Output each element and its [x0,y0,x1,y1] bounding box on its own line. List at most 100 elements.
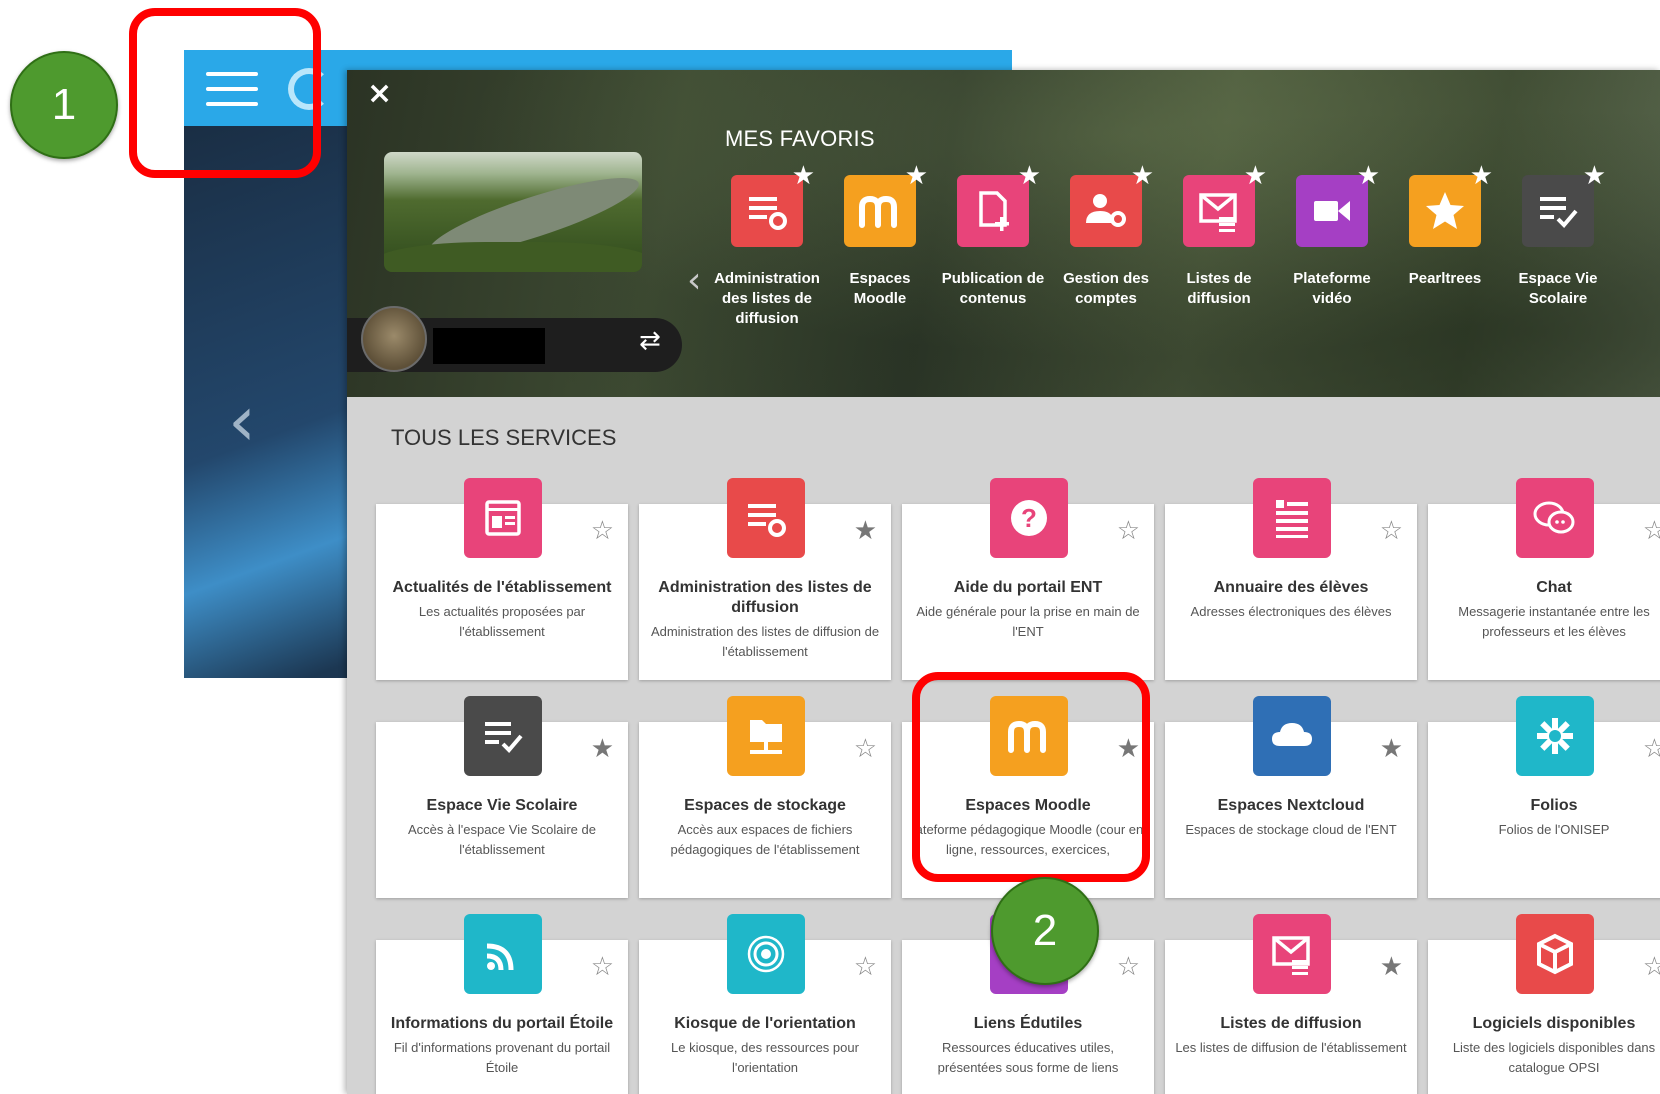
box-icon [1516,914,1594,994]
list-gear-icon [727,478,805,558]
avatar[interactable] [361,306,427,372]
rss-icon [464,914,542,994]
highlight-box-menu [129,8,321,178]
service-description: Administration des listes de diffusion d… [650,624,880,659]
star-filled-icon[interactable]: ★ [854,516,877,546]
service-description: Liste des logiciels disponibles dans cat… [1452,1040,1656,1075]
favorite-star-icon[interactable]: ★ [1357,163,1380,189]
favorite-star-icon[interactable]: ★ [1131,163,1154,189]
cloud-icon [1253,696,1331,776]
star-outline-icon[interactable]: ☆ [591,516,614,546]
favorite-star-icon[interactable]: ★ [792,163,815,189]
star-outline-icon[interactable]: ☆ [1117,952,1140,982]
service-card-folios[interactable]: ☆ Folios Folios de l'ONISEP [1428,696,1660,898]
star-outline-icon[interactable]: ☆ [1643,734,1660,764]
service-description: Fil d'informations provenant du portail … [393,1040,611,1075]
favorite-listes-de-diffusion[interactable]: ★ Listes de diffusion [1161,163,1277,309]
directory-icon [1253,478,1331,558]
favorite-star-icon[interactable]: ★ [1244,163,1267,189]
service-description: Les listes de diffusion de l'établisseme… [1175,1040,1407,1055]
service-card-espace-vie-scolaire[interactable]: ★ Espace Vie Scolaire Accès à l'espace Vie… [376,696,628,898]
star-outline-icon[interactable]: ☆ [854,952,877,982]
close-icon[interactable]: × [367,76,392,111]
target-icon [727,914,805,994]
favorite-publication-de-contenus[interactable]: ★ Publication de contenus [935,163,1051,309]
svg-text:?: ? [1021,503,1037,533]
step-marker-1: 1 [10,51,118,159]
network-folder-icon [727,696,805,776]
folios-icon [1516,696,1594,776]
service-description: Accès aux espaces de fichiers pédagogiqu… [670,822,860,857]
service-card-listes-de-diffusion[interactable]: ★ Listes de diffusion Les listes de diffus… [1165,914,1417,1094]
service-description: Accès à l'espace Vie Scolaire de l'établ… [408,822,596,857]
favorite-pearltrees[interactable]: ★ Pearltrees [1387,163,1503,289]
service-description: Les actualités proposées par l'établisse… [418,604,586,639]
favorite-label: Plateforme vidéo [1293,270,1371,307]
service-card-logiciels-disponibles[interactable]: ☆ Logiciels disponibles Liste des logiciel… [1428,914,1660,1094]
service-name: Listes de diffusion [1220,1015,1362,1032]
moodle-icon: ★ [844,163,928,247]
service-description: Espaces de stockage cloud de l'ENT [1185,822,1397,837]
service-card-aide-du-portail-ent[interactable]: ? ☆ Aide du portail ENT Aide générale pour … [902,478,1154,680]
service-name: Annuaire des élèves [1213,579,1369,596]
favorite-administration-des-listes-de-diffusion[interactable]: ★ Administration des listes de diffusion [709,163,825,329]
all-services-title: TOUS LES SERVICES [391,425,617,450]
service-name: Kiosque de l'orientation [674,1015,856,1032]
favorites-prev-icon[interactable]: ‹ [687,260,701,301]
mail-list-icon: ★ [1183,163,1267,247]
favorite-label: Espace Vie Scolaire [1518,270,1598,307]
service-card-espaces-nextcloud[interactable]: ★ Espaces Nextcloud Espaces de stockage cl… [1165,696,1417,898]
star-outline-icon[interactable]: ☆ [1643,516,1660,546]
service-name: Administration des listes de diffusion [658,579,872,616]
star-filled-icon[interactable]: ★ [1380,734,1403,764]
favorite-star-icon[interactable]: ★ [1018,163,1041,189]
favorite-star-icon[interactable]: ★ [905,163,928,189]
screenshot-stage: ‹ × ⇄ MES FAVORIS ‹ ★ Administration des … [0,0,1660,1094]
star-filled-icon[interactable]: ★ [591,734,614,764]
service-card-espaces-de-stockage[interactable]: ☆ Espaces de stockage Accès aux espaces de… [639,696,891,898]
mail-list-icon [1253,914,1331,994]
favorite-label: Listes de diffusion [1186,270,1252,307]
favorite-star-icon[interactable]: ★ [1583,163,1606,189]
service-description: Le kiosque, des ressources pour l'orient… [671,1040,859,1075]
service-name: Folios [1530,797,1578,814]
highlight-box-moodle [912,672,1150,882]
service-name: Logiciels disponibles [1472,1015,1636,1032]
star-outline-icon[interactable]: ☆ [1380,516,1403,546]
favorite-label: Publication de contenus [941,270,1045,307]
service-card-actualites-de-l-etablissement[interactable]: ☆ Actualités de l'établissement Les actual… [376,478,628,680]
favorite-gestion-des-comptes[interactable]: ★ Gestion des comptes [1048,163,1164,309]
service-description: Aide générale pour la prise en main de l… [916,604,1140,639]
service-name: Espaces de stockage [684,797,846,814]
favorite-star-icon[interactable]: ★ [1470,163,1493,189]
document-plus-icon: ★ [957,163,1041,247]
favorite-label: Administration des listes de diffusion [714,270,820,327]
service-card-informations-du-portail-etoile[interactable]: ☆ Informations du portail Étoile Fil d'inf… [376,914,628,1094]
star-outline-icon[interactable]: ☆ [591,952,614,982]
username-redacted [433,328,545,364]
favorite-espace-vie-scolaire[interactable]: ★ Espace Vie Scolaire [1500,163,1616,309]
step-marker-2: 2 [991,877,1099,985]
checklist-icon: ★ [1522,163,1606,247]
star-filled-icon[interactable]: ★ [1380,952,1403,982]
star-outline-icon[interactable]: ☆ [1643,952,1660,982]
question-icon: ? [990,478,1068,558]
service-card-kiosque-de-l-orientation[interactable]: ☆ Kiosque de l'orientation Le kiosque, des… [639,914,891,1094]
star-icon: ★ [1409,163,1493,247]
carousel-prev-icon[interactable]: ‹ [228,386,256,456]
favorite-plateforme-video[interactable]: ★ Plateforme vidéo [1274,163,1390,309]
list-gear-icon: ★ [731,163,815,247]
service-name: Informations du portail Étoile [390,1015,614,1032]
service-card-annuaire-des-eleves[interactable]: ☆ Annuaire des élèves Adresses électroniqu… [1165,478,1417,680]
favorites-title: MES FAVORIS [725,126,875,151]
switch-account-icon[interactable]: ⇄ [639,326,661,356]
favorite-label: Espaces Moodle [849,270,911,307]
star-outline-icon[interactable]: ☆ [854,734,877,764]
chat-icon [1516,478,1594,558]
star-outline-icon[interactable]: ☆ [1117,516,1140,546]
favorite-espaces-moodle[interactable]: ★ Espaces Moodle [822,163,938,309]
service-card-chat[interactable]: ☆ Chat Messagerie instantanée entre les pr… [1428,478,1660,680]
service-card-administration-des-listes-de-diffusion[interactable]: ★ Administration des listes de diffusion A… [639,478,891,680]
service-name: Liens Édutiles [973,1015,1083,1032]
service-name: Actualités de l'établissement [392,579,612,596]
